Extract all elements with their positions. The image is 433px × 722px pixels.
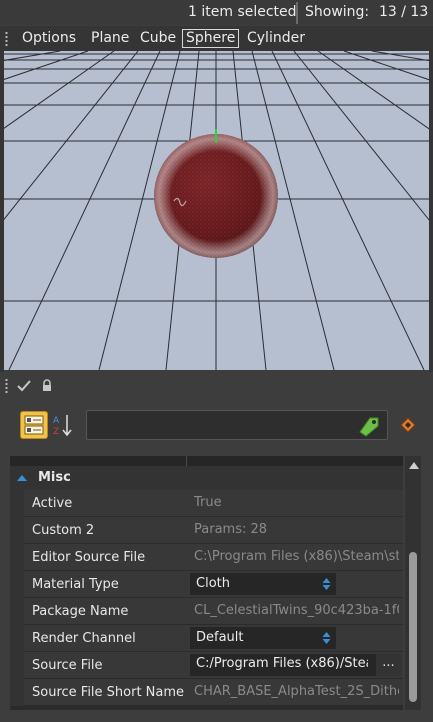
property-name: Render Channel xyxy=(32,631,136,646)
property-name: Editor Source File xyxy=(32,550,146,565)
property-grid: Misc Active True Custom 2 Params: 28 Edi… xyxy=(10,456,403,710)
property-name: Source File Short Name xyxy=(32,685,185,700)
dropdown-value: Cloth xyxy=(196,576,230,591)
property-grid-header xyxy=(10,456,403,466)
row-indent xyxy=(10,571,24,598)
selection-count: 1 item selected xyxy=(188,4,297,20)
property-grid-scrollbar[interactable] xyxy=(405,456,421,710)
row-indent xyxy=(10,679,24,706)
material-type-dropdown[interactable]: Cloth xyxy=(190,573,336,595)
property-value: C:\Program Files (x86)\Steam\steamapps\c… xyxy=(194,549,399,564)
property-row-source-file[interactable]: Source File C:/Program Files (x86)/Steam… xyxy=(10,652,403,679)
property-row-render-channel[interactable]: Render Channel Default xyxy=(10,625,403,652)
property-row-source-file-short-name[interactable]: Source File Short Name CHAR_BASE_AlphaTe… xyxy=(10,679,403,706)
check-icon[interactable] xyxy=(17,380,31,392)
property-search-input[interactable] xyxy=(86,410,388,440)
browse-button[interactable]: ... xyxy=(376,654,401,676)
preview-tabs: Options Plane Cube Sphere Cylinder xyxy=(0,26,433,51)
tab-plane[interactable]: Plane xyxy=(88,29,132,48)
viewport-toolbar xyxy=(0,372,433,400)
property-row-package-name[interactable]: Package Name CL_CelestialTwins_90c423ba-… xyxy=(10,598,403,625)
property-row-custom-2[interactable]: Custom 2 Params: 28 xyxy=(10,517,403,544)
viewport-scene xyxy=(4,51,429,370)
dropdown-spin-icon xyxy=(322,632,331,644)
row-indent xyxy=(10,652,24,679)
toolbar-grip-icon[interactable] xyxy=(5,31,8,46)
row-indent xyxy=(10,490,24,517)
tag-filter-icon[interactable] xyxy=(356,414,382,438)
property-value: Params: 28 xyxy=(194,522,268,537)
property-name: Package Name xyxy=(32,604,129,619)
showing-label: Showing: xyxy=(305,4,370,20)
categorize-button[interactable] xyxy=(20,411,48,439)
field-value: C:/Program Files (x86)/Steam xyxy=(196,656,368,671)
preview-sphere xyxy=(154,134,278,258)
property-row-active[interactable]: Active True xyxy=(10,490,403,517)
scroll-up-icon[interactable] xyxy=(409,462,419,469)
row-indent xyxy=(10,598,24,625)
dropdown-spin-icon xyxy=(322,578,331,590)
svg-text:Z: Z xyxy=(53,427,59,437)
row-indent xyxy=(10,625,24,652)
category-label: Misc xyxy=(38,470,71,485)
property-row-material-type[interactable]: Material Type Cloth xyxy=(10,571,403,598)
category-misc[interactable]: Misc xyxy=(10,466,403,490)
property-row-editor-source-file[interactable]: Editor Source File C:\Program Files (x86… xyxy=(10,544,403,571)
property-name: Custom 2 xyxy=(32,523,95,538)
dropdown-value: Default xyxy=(196,630,244,645)
tab-cube[interactable]: Cube xyxy=(137,29,179,48)
property-name: Source File xyxy=(32,658,103,673)
row-indent xyxy=(10,544,24,571)
categorize-icon xyxy=(24,415,44,435)
diamond-icon[interactable] xyxy=(400,417,416,433)
render-channel-dropdown[interactable]: Default xyxy=(190,627,336,649)
bottom-margin xyxy=(0,712,433,722)
collapse-arrow-icon[interactable] xyxy=(17,475,27,481)
property-value: True xyxy=(194,495,222,510)
status-divider xyxy=(296,2,298,24)
property-name: Material Type xyxy=(32,577,119,592)
material-preview-viewport[interactable] xyxy=(4,51,429,370)
source-file-field[interactable]: C:/Program Files (x86)/Steam xyxy=(190,654,376,676)
svg-text:A: A xyxy=(53,416,60,426)
property-value: CHAR_BASE_AlphaTest_2S_Dither xyxy=(194,684,399,699)
toolbar-grip-icon[interactable] xyxy=(5,378,8,393)
scrollbar-thumb[interactable] xyxy=(409,552,417,702)
row-indent xyxy=(10,517,24,544)
showing-count: 13 / 13 xyxy=(379,4,429,20)
property-value: CL_CelestialTwins_90c423ba-1f0b xyxy=(194,603,399,618)
sort-alphabetical-icon[interactable]: A Z xyxy=(52,412,72,438)
tab-cylinder[interactable]: Cylinder xyxy=(244,29,308,48)
property-name: Active xyxy=(32,496,73,511)
status-bar: 1 item selected Showing: 13 / 13 xyxy=(0,0,433,25)
tab-sphere[interactable]: Sphere xyxy=(182,29,240,48)
lock-icon[interactable] xyxy=(41,379,53,393)
tab-options[interactable]: Options xyxy=(19,29,79,48)
